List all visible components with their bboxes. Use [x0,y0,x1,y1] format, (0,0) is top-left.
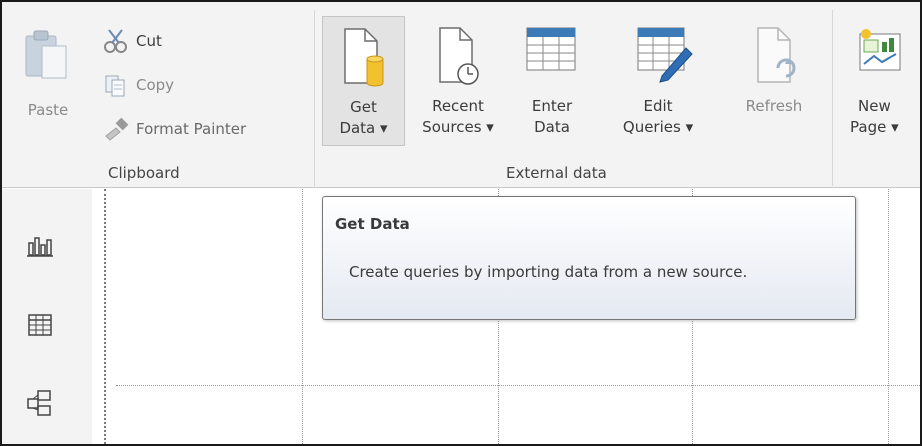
refresh-icon [757,27,796,83]
edit-queries-label-line2: Queries ▾ [622,118,694,136]
cut-label: Cut [136,32,162,50]
clipboard-group-label: Clipboard [108,164,180,182]
edit-queries-label-line1: Edit [643,97,673,115]
enter-data-button[interactable]: Enter Data [514,16,590,146]
table-icon [526,27,576,71]
recent-sources-label-line1: Recent [432,97,484,115]
refresh-button[interactable]: Refresh [730,16,818,146]
paste-label: Paste [27,101,69,119]
grid-line [116,385,920,386]
get-data-icon [344,28,384,87]
recent-sources-label-line2: Sources ▾ [422,118,494,136]
format-painter-label: Format Painter [136,120,247,138]
edit-queries-icon [637,27,693,83]
get-data-label-line2: Data ▾ [339,119,388,137]
grid-line [302,189,303,444]
paste-icon [25,30,67,79]
copy-icon [105,75,125,97]
new-page-button[interactable]: New Page ▾ [840,16,920,146]
relationships-view-icon[interactable] [26,389,54,417]
edit-queries-button[interactable]: Edit Queries ▾ [602,16,714,146]
report-view-icon[interactable] [26,231,54,259]
new-page-label-line2: Page ▾ [850,118,899,136]
format-painter-button[interactable]: Format Painter [102,116,246,142]
recent-sources-icon [439,27,479,85]
app-window: Paste Cut Copy Format Painter Clipboard … [0,0,922,446]
new-page-label-line1: New [858,97,891,115]
data-view-icon[interactable] [26,311,54,339]
tooltip-title: Get Data [335,215,410,233]
cut-button[interactable]: Cut [102,28,162,54]
page-boundary [104,189,106,444]
group-separator [832,10,833,186]
get-data-button[interactable]: Get Data ▾ [322,16,405,146]
new-page-icon [859,29,901,71]
ribbon: Paste Cut Copy Format Painter Clipboard … [2,2,920,188]
recent-sources-button[interactable]: Recent Sources ▾ [410,16,506,146]
group-separator [314,10,315,186]
copy-label: Copy [136,76,175,94]
paste-button[interactable]: Paste [20,24,76,144]
enter-data-label-line2: Data [534,118,570,136]
get-data-label-line1: Get [350,98,377,116]
view-rail [2,189,92,444]
get-data-tooltip: Get Data Create queries by importing dat… [322,196,856,320]
paintbrush-icon [105,117,129,141]
external-data-group-label: External data [506,164,607,182]
refresh-label: Refresh [745,97,803,115]
enter-data-label-line1: Enter [531,97,573,115]
grid-line [888,189,889,444]
scissors-icon [104,29,127,53]
tooltip-description: Create queries by importing data from a … [349,263,748,281]
copy-button[interactable]: Copy [102,72,174,98]
